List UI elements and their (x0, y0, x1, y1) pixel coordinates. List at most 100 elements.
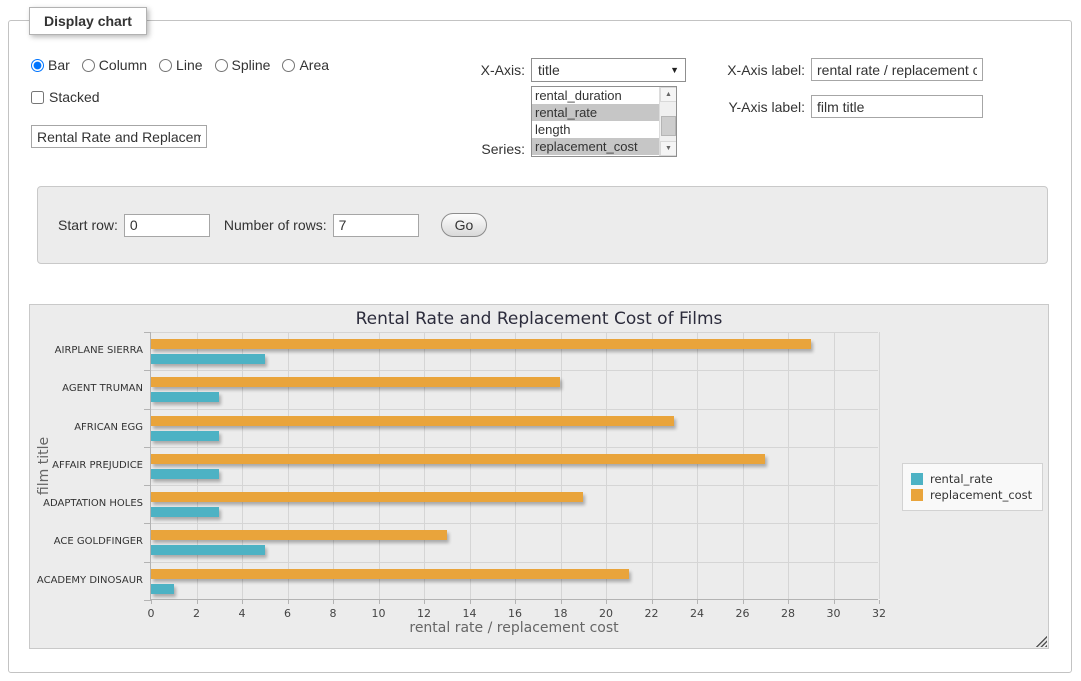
x-tick-label: 4 (222, 607, 262, 620)
bar-replacement_cost[interactable] (151, 377, 560, 387)
y-tick-mark (144, 409, 151, 410)
x-axis-label-label: X-Axis label: (685, 62, 805, 78)
series-option-length[interactable]: length (532, 121, 659, 138)
num-rows-input[interactable] (333, 214, 419, 237)
chart-type-radio-input-spline[interactable] (215, 59, 228, 72)
y-axis-label-input[interactable] (811, 95, 983, 118)
y-tick-mark (144, 600, 151, 601)
x-tick-label: 26 (723, 607, 763, 620)
scrollbar-thumb[interactable] (661, 116, 676, 136)
scrollbar-down-icon[interactable]: ▼ (660, 141, 677, 156)
plot-area: 02468101214161820222426283032AIRPLANE SI… (150, 332, 878, 600)
x-tick-mark (561, 600, 562, 604)
bar-replacement_cost[interactable] (151, 339, 811, 349)
chart-container: Rental Rate and Replacement Cost of Film… (29, 304, 1049, 649)
chart-type-radio-input-area[interactable] (282, 59, 295, 72)
x-tick-mark (379, 600, 380, 604)
go-button[interactable]: Go (441, 213, 488, 237)
x-tick-label: 0 (131, 607, 171, 620)
bar-replacement_cost[interactable] (151, 454, 765, 464)
chart-type-radio-input-column[interactable] (82, 59, 95, 72)
y-tick-mark (144, 485, 151, 486)
y-tick-mark (144, 332, 151, 333)
x-tick-label: 6 (268, 607, 308, 620)
dropdown-arrow-icon: ▼ (670, 65, 679, 75)
x-tick-mark (743, 600, 744, 604)
y-tick-mark (144, 370, 151, 371)
x-axis-select-label: X-Axis: (427, 62, 525, 78)
series-select-label: Series: (427, 141, 525, 157)
bar-rental_rate[interactable] (151, 354, 265, 364)
gridline (879, 332, 880, 599)
bar-replacement_cost[interactable] (151, 530, 447, 540)
category-label: ACE GOLDFINGER (33, 523, 143, 561)
chart-x-axis-title: rental rate / replacement cost (150, 620, 878, 636)
chart-type-radio-spline[interactable]: Spline (215, 57, 271, 73)
series-listbox[interactable]: rental_durationrental_ratelengthreplacem… (531, 86, 677, 157)
x-tick-mark (788, 600, 789, 604)
x-tick-mark (288, 600, 289, 604)
y-tick-mark (144, 447, 151, 448)
x-tick-label: 28 (768, 607, 808, 620)
legend-item-replacement_cost[interactable]: replacement_cost (911, 488, 1032, 502)
x-axis-label-input[interactable] (811, 58, 983, 81)
x-tick-label: 22 (632, 607, 672, 620)
bar-rental_rate[interactable] (151, 545, 265, 555)
chart-title-input[interactable] (31, 125, 207, 148)
chart-type-radio-bar[interactable]: Bar (31, 57, 70, 73)
chart-type-radio-input-line[interactable] (159, 59, 172, 72)
legend-item-rental_rate[interactable]: rental_rate (911, 472, 1032, 486)
bar-rental_rate[interactable] (151, 431, 219, 441)
x-axis-select[interactable]: title ▼ (531, 58, 686, 82)
x-tick-mark (424, 600, 425, 604)
x-tick-mark (333, 600, 334, 604)
bar-rental_rate[interactable] (151, 584, 174, 594)
chart-type-radio-group: Bar Column Line Spline Area (31, 55, 341, 75)
x-tick-label: 14 (450, 607, 490, 620)
series-option-replacement_cost[interactable]: replacement_cost (532, 138, 659, 155)
chart-title: Rental Rate and Replacement Cost of Film… (30, 309, 1048, 329)
x-tick-mark (515, 600, 516, 604)
chart-type-radio-column[interactable]: Column (82, 57, 147, 73)
bar-row (151, 523, 878, 561)
stacked-row: Stacked (31, 87, 100, 107)
chart-type-radio-line[interactable]: Line (159, 57, 202, 73)
bar-replacement_cost[interactable] (151, 416, 674, 426)
x-tick-label: 8 (313, 607, 353, 620)
x-tick-label: 10 (359, 607, 399, 620)
resize-handle-icon[interactable] (1035, 635, 1047, 647)
chart-type-radio-area[interactable]: Area (282, 57, 329, 73)
bar-rental_rate[interactable] (151, 507, 219, 517)
x-tick-label: 24 (677, 607, 717, 620)
chart-type-radio-label: Spline (232, 57, 271, 73)
chart-type-radio-label: Bar (48, 57, 70, 73)
scrollbar-up-icon[interactable]: ▲ (660, 87, 677, 102)
x-tick-label: 32 (859, 607, 899, 620)
row-controls-panel: Start row: Number of rows: Go (37, 186, 1048, 264)
bar-row (151, 370, 878, 408)
start-row-label: Start row: (58, 217, 118, 233)
bar-row (151, 332, 878, 370)
chart-type-radio-label: Column (99, 57, 147, 73)
bar-row (151, 485, 878, 523)
start-row-input[interactable] (124, 214, 210, 237)
chart-type-radio-input-bar[interactable] (31, 59, 44, 72)
x-tick-mark (242, 600, 243, 604)
x-tick-mark (652, 600, 653, 604)
x-tick-mark (834, 600, 835, 604)
series-option-rental_duration[interactable]: rental_duration (532, 87, 659, 104)
bar-rental_rate[interactable] (151, 392, 219, 402)
series-options: rental_durationrental_ratelengthreplacem… (532, 87, 659, 156)
stacked-checkbox[interactable] (31, 91, 44, 104)
listbox-scrollbar[interactable]: ▲ ▼ (659, 87, 676, 156)
bar-rental_rate[interactable] (151, 469, 219, 479)
x-tick-label: 12 (404, 607, 444, 620)
y-tick-mark (144, 523, 151, 524)
fieldset-legend: Display chart (29, 7, 147, 35)
bar-replacement_cost[interactable] (151, 569, 629, 579)
legend-swatch (911, 489, 923, 501)
bar-row (151, 562, 878, 600)
y-axis-label-label: Y-Axis label: (685, 99, 805, 115)
series-option-rental_rate[interactable]: rental_rate (532, 104, 659, 121)
bar-replacement_cost[interactable] (151, 492, 583, 502)
